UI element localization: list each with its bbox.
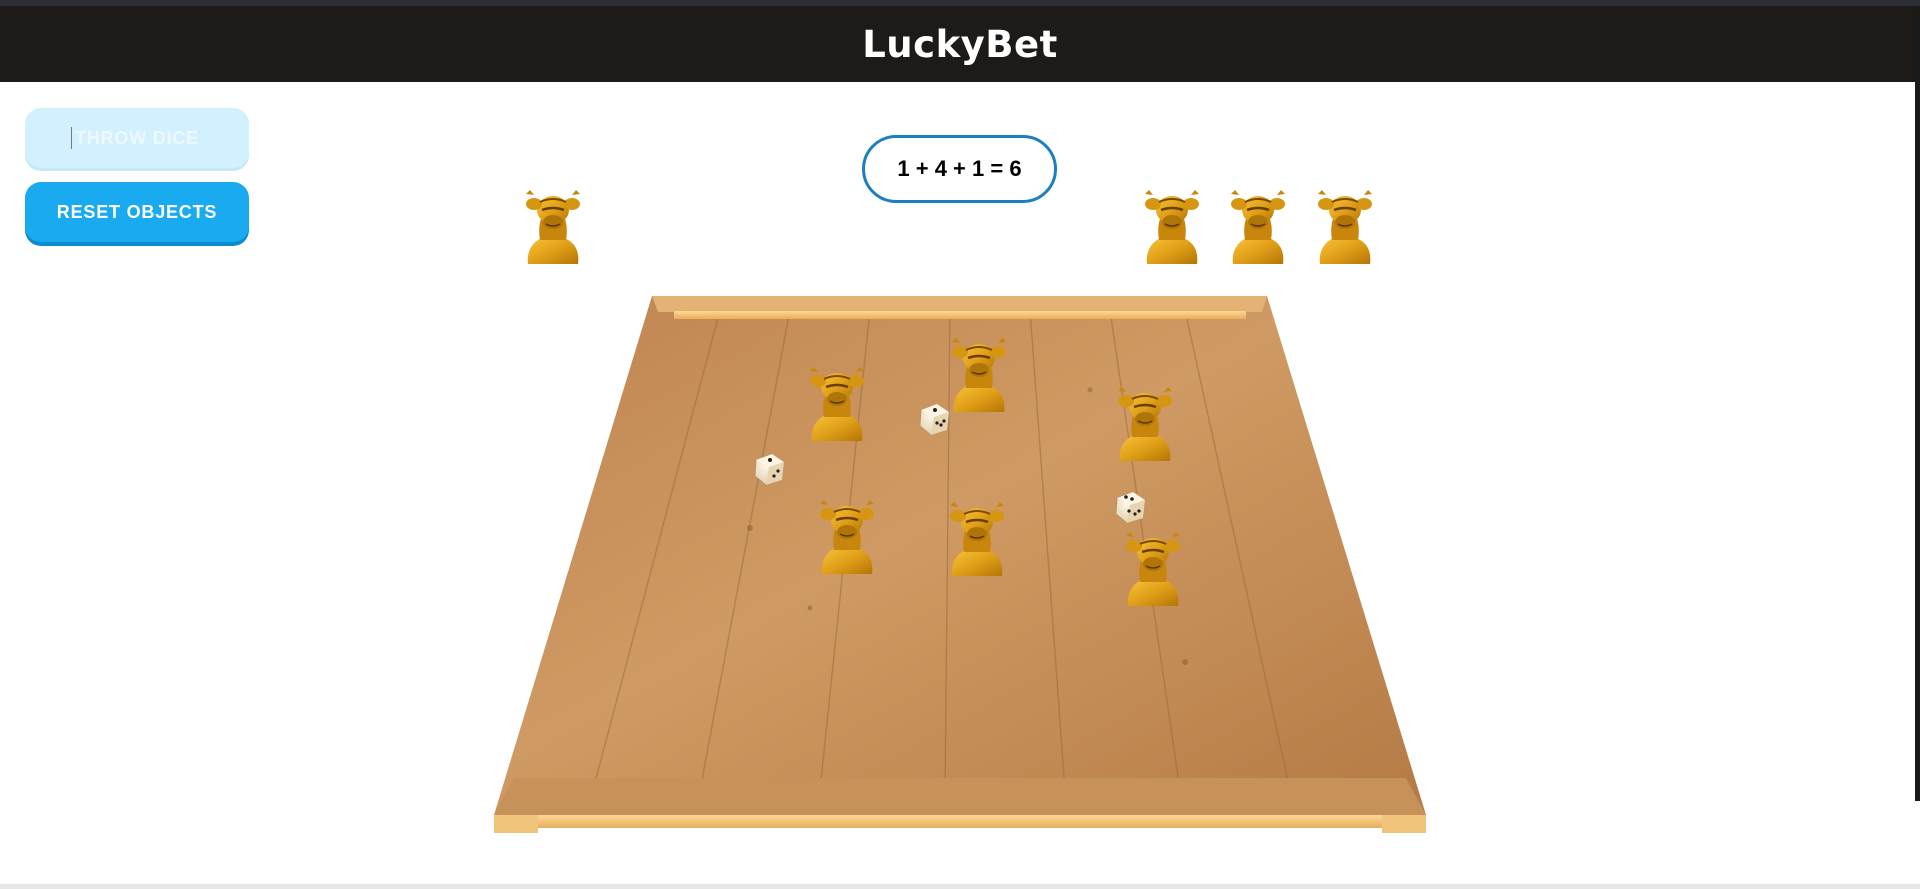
game-scene[interactable]	[0, 0, 1920, 889]
page-bottom-border	[0, 884, 1920, 889]
ape-piece-off-board[interactable]	[1229, 188, 1287, 266]
ape-piece-off-board[interactable]	[1143, 188, 1201, 266]
ape-piece-off-board[interactable]	[524, 188, 582, 266]
ape-piece-off-board[interactable]	[1316, 188, 1374, 266]
